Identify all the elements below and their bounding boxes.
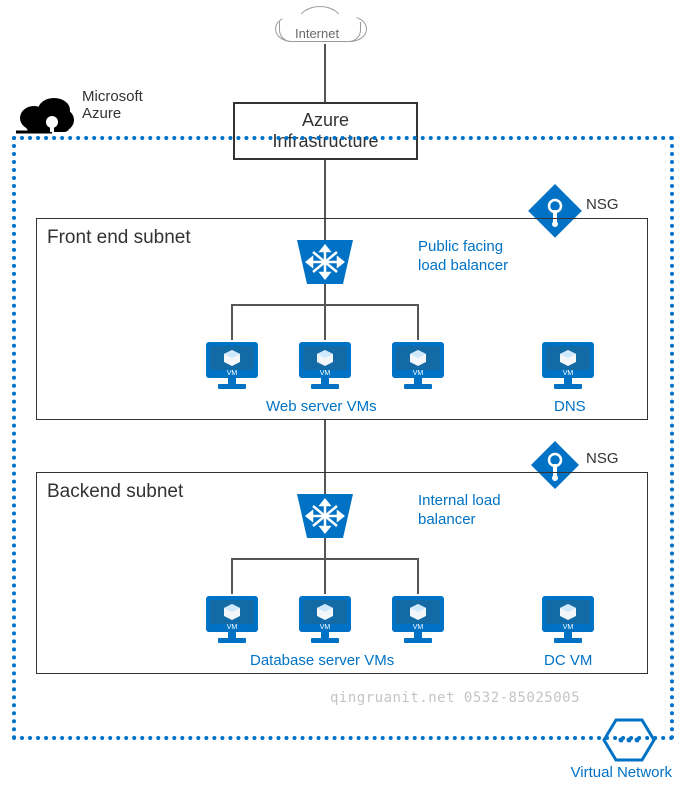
web-vm-icon: VM [390, 340, 446, 392]
public-load-balancer-icon [293, 240, 357, 284]
lb-label-line1: Public facing [418, 238, 508, 257]
nsg-label: NSG [586, 196, 619, 215]
connector-line [324, 558, 326, 594]
azure-brand-line1: Microsoft [82, 88, 143, 105]
db-vm-icon: VM [390, 594, 446, 646]
dc-vm-icon: VM [540, 594, 596, 646]
public-lb-label: Public facing load balancer [418, 238, 508, 276]
db-vm-icon: VM [204, 594, 260, 646]
svg-text:VM: VM [563, 370, 574, 377]
vnet-label: Virtual Network [571, 764, 672, 783]
svg-text:VM: VM [413, 624, 424, 631]
web-vms-label: Web server VMs [266, 398, 377, 417]
svg-text:VM: VM [227, 624, 238, 631]
internal-load-balancer-icon [293, 494, 357, 538]
connector-line [231, 558, 233, 594]
connector-line [324, 284, 326, 304]
internal-lb-label: Internal load balancer [418, 492, 501, 530]
virtual-network-icon [602, 718, 656, 762]
connector-line [324, 304, 326, 340]
frontend-subnet-title: Front end subnet [47, 227, 191, 249]
internet-label: Internet [295, 26, 339, 42]
dcvm-label: DC VM [544, 652, 592, 671]
connector-line [231, 304, 233, 340]
connector-line [324, 44, 326, 102]
connector-line [324, 538, 326, 558]
svg-text:VM: VM [320, 624, 331, 631]
infra-label-line1: Azure [235, 110, 416, 131]
lb-label-line1: Internal load [418, 492, 501, 511]
lb-label-line2: load balancer [418, 257, 508, 276]
lb-label-line2: balancer [418, 511, 501, 530]
svg-text:VM: VM [563, 624, 574, 631]
db-vm-icon: VM [297, 594, 353, 646]
azure-brand-line2: Azure [82, 105, 143, 122]
web-vm-icon: VM [204, 340, 260, 392]
azure-brand-label: Microsoft Azure [82, 88, 143, 123]
connector-line [417, 304, 419, 340]
watermark-text: qingruanit.net 0532-85025005 [330, 690, 580, 706]
svg-text:VM: VM [413, 370, 424, 377]
db-vms-label: Database server VMs [250, 652, 394, 671]
dns-vm-icon: VM [540, 340, 596, 392]
dns-label: DNS [554, 398, 586, 417]
svg-text:VM: VM [320, 370, 331, 377]
azure-logo-icon [16, 98, 76, 138]
nsg-label: NSG [586, 450, 619, 469]
web-vm-icon: VM [297, 340, 353, 392]
backend-subnet-title: Backend subnet [47, 481, 183, 503]
connector-line [417, 558, 419, 594]
svg-text:VM: VM [227, 370, 238, 377]
